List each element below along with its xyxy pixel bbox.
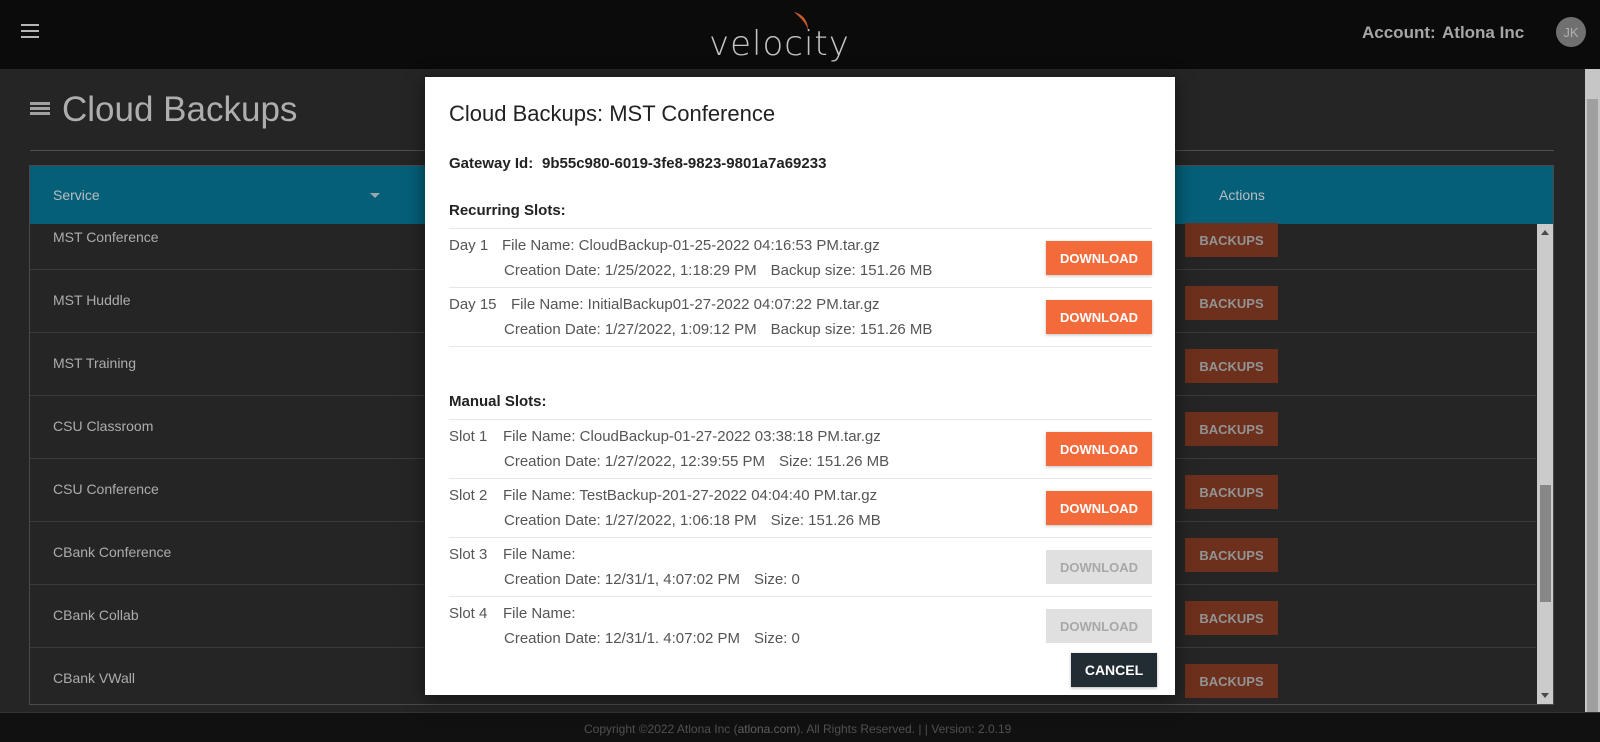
slot-file-name: File Name:	[503, 546, 576, 563]
download-button[interactable]: DOWNLOAD	[1046, 491, 1152, 525]
slot-meta: Creation Date: 12/31/1. 4:07:02 PM Size: …	[504, 630, 800, 647]
slot-meta: Creation Date: 12/31/1, 4:07:02 PM Size: …	[504, 571, 800, 588]
slot-size: Size: 151.26 MB	[770, 512, 881, 529]
recurring-slots-title: Recurring Slots:	[449, 202, 566, 219]
download-button[interactable]: DOWNLOAD	[1046, 300, 1152, 334]
slot-meta: Creation Date: 1/27/2022, 1:06:18 PM Size…	[504, 512, 881, 529]
gateway-id-value: 9b55c980-6019-3fe8-9823-9801a7a69233	[542, 155, 827, 172]
download-button[interactable]: DOWNLOAD	[1046, 241, 1152, 275]
recurring-slot-row: Day 15 File Name: InitialBackup01-27-202…	[449, 288, 1152, 347]
slot-creation-date: Creation Date: 1/27/2022, 1:06:18 PM	[504, 512, 757, 529]
slot-size: Size: 0	[753, 571, 800, 588]
slot-label: Day 1	[449, 237, 489, 254]
slot-meta: Creation Date: 1/27/2022, 1:09:12 PM Back…	[504, 321, 932, 338]
slot-file-name: File Name: CloudBackup-01-27-2022 03:38:…	[503, 428, 881, 445]
slot-size: Backup size: 151.26 MB	[770, 262, 933, 279]
slot-size: Size: 0	[753, 630, 800, 647]
slot-file-name: File Name:	[503, 605, 576, 622]
cancel-button[interactable]: CANCEL	[1071, 653, 1157, 687]
manual-slot-row: Slot 4 File Name: Creation Date: 12/31/1…	[449, 597, 1152, 656]
slot-label: Slot 3	[449, 546, 488, 563]
slot-creation-date: Creation Date: 1/27/2022, 12:39:55 PM	[504, 453, 766, 470]
slot-size: Size: 151.26 MB	[779, 453, 890, 470]
slot-creation-date: Creation Date: 1/27/2022, 1:09:12 PM	[504, 321, 757, 338]
manual-slot-row: Slot 1 File Name: CloudBackup-01-27-2022…	[449, 420, 1152, 479]
slot-creation-date: Creation Date: 1/25/2022, 1:18:29 PM	[504, 262, 757, 279]
slot-size: Backup size: 151.26 MB	[770, 321, 933, 338]
modal-title: Cloud Backups: MST Conference	[449, 101, 776, 126]
slot-label: Slot 2	[449, 487, 488, 504]
gateway-id-label: Gateway Id:	[449, 155, 534, 172]
slot-label: Day 15	[449, 296, 497, 313]
slot-file-name: File Name: InitialBackup01-27-2022 04:07…	[511, 296, 880, 313]
cloud-backups-modal: Cloud Backups: MST Conference Gateway Id…	[425, 77, 1175, 695]
manual-slot-row: Slot 3 File Name: Creation Date: 12/31/1…	[449, 538, 1152, 597]
manual-slots-title: Manual Slots:	[449, 393, 547, 410]
slot-label: Slot 1	[449, 428, 488, 445]
slot-meta: Creation Date: 1/25/2022, 1:18:29 PM Back…	[504, 262, 932, 279]
slot-file-name: File Name: CloudBackup-01-25-2022 04:16:…	[502, 237, 880, 254]
slot-creation-date: Creation Date: 12/31/1. 4:07:02 PM	[504, 630, 740, 647]
download-button-disabled: DOWNLOAD	[1046, 550, 1152, 584]
slot-creation-date: Creation Date: 12/31/1, 4:07:02 PM	[504, 571, 740, 588]
recurring-slot-row: Day 1 File Name: CloudBackup-01-25-2022 …	[449, 229, 1152, 288]
slot-meta: Creation Date: 1/27/2022, 12:39:55 PM Siz…	[504, 453, 889, 470]
manual-slot-row: Slot 2 File Name: TestBackup-201-27-2022…	[449, 479, 1152, 538]
download-button-disabled: DOWNLOAD	[1046, 609, 1152, 643]
slot-label: Slot 4	[449, 605, 488, 622]
slot-file-name: File Name: TestBackup-201-27-2022 04:04:…	[503, 487, 878, 504]
download-button[interactable]: DOWNLOAD	[1046, 432, 1152, 466]
